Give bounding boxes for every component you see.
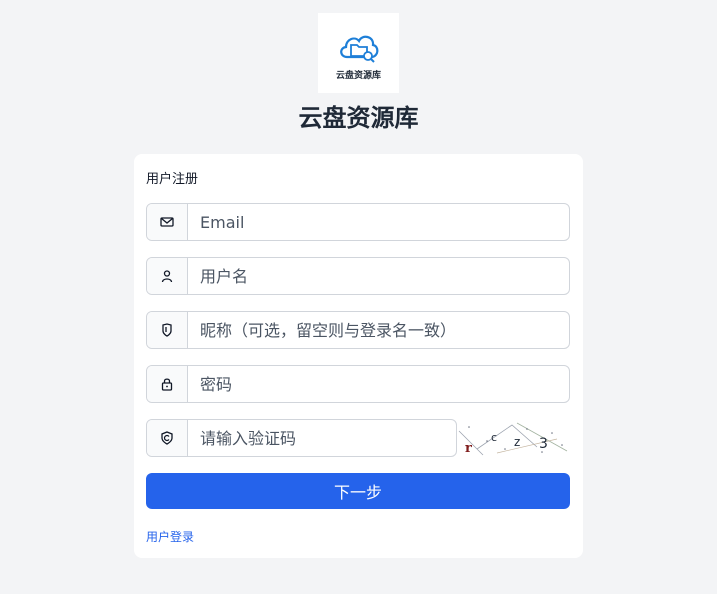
mail-icon [160, 217, 174, 227]
register-card: 用户注册 Email 用户名 昵称（可选，留空则与登录名一致） 请输入验证码 r… [134, 154, 583, 558]
cloud-folder-logo-icon [339, 35, 378, 63]
site-title: 云盘资源库 [298, 104, 419, 132]
login-link[interactable]: 用户登录 [146, 528, 194, 545]
nickname-addon [147, 312, 188, 348]
next-button[interactable]: 下一步 [146, 473, 570, 509]
nickname-field [146, 311, 570, 349]
captcha-field [146, 419, 457, 457]
password-addon [147, 366, 188, 402]
username-addon [147, 258, 188, 294]
email-addon [147, 204, 188, 240]
captcha-char-1: r [465, 441, 472, 456]
lock-icon [161, 378, 173, 391]
username-field [146, 257, 570, 295]
nickname-input[interactable] [188, 312, 569, 348]
captcha-char-4: 3 [539, 436, 548, 452]
password-field [146, 365, 570, 403]
password-input[interactable] [188, 366, 569, 402]
email-field [146, 203, 570, 241]
logo: 云盘资源库 [318, 13, 399, 93]
badge-icon [162, 323, 172, 337]
captcha-image[interactable]: r c z 3 [457, 419, 570, 457]
user-icon [161, 270, 173, 283]
shield-icon [161, 431, 173, 445]
captcha-char-2: c [491, 431, 497, 444]
logo-caption: 云盘资源库 [335, 71, 381, 81]
captcha-input[interactable] [188, 420, 456, 456]
username-input[interactable] [188, 258, 569, 294]
form-title: 用户注册 [146, 172, 199, 187]
captcha-addon [147, 420, 188, 456]
email-input[interactable] [188, 204, 569, 240]
captcha-char-3: z [514, 435, 520, 449]
